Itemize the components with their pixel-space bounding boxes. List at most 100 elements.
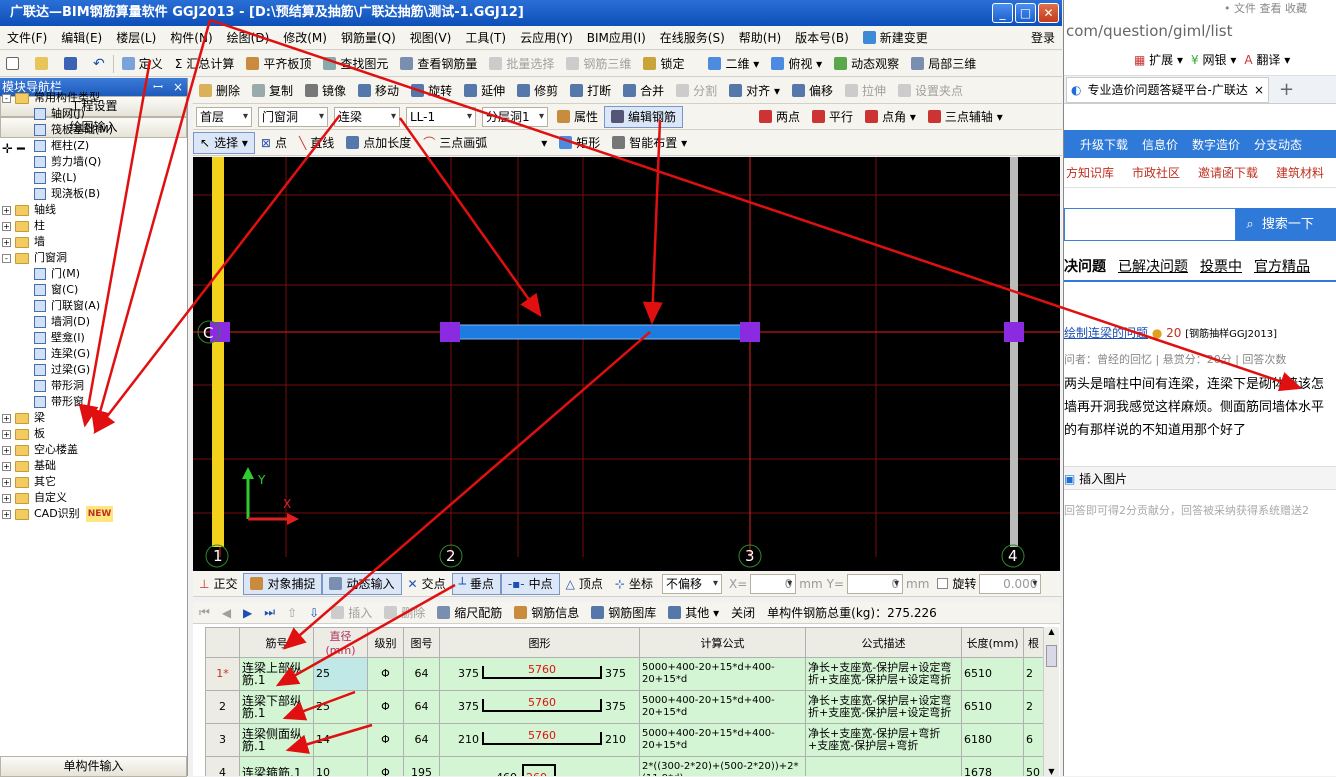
cell-count[interactable]: 50 (1023, 756, 1044, 776)
col-header-count[interactable]: 根 (1023, 627, 1044, 658)
two-points-button[interactable]: 两点 (753, 106, 806, 128)
menu-online[interactable]: 在线服务(S) (653, 29, 732, 46)
col-header-shape[interactable]: 图形 (439, 627, 640, 658)
column-node-3[interactable] (740, 322, 760, 342)
tree-node[interactable]: + 墙 (0, 234, 188, 250)
cell-rownum[interactable]: 3 (205, 723, 240, 757)
col-header-grade[interactable]: 级别 (367, 627, 404, 658)
menu-tools[interactable]: 工具(T) (458, 29, 513, 46)
select-button[interactable]: ↖ 选择 ▾ (193, 131, 255, 154)
delete-button[interactable]: 删除 (193, 80, 246, 102)
next-record-button[interactable]: ▶ (237, 602, 258, 623)
tab-official[interactable]: 官方精品 (1254, 256, 1310, 276)
col-header-length[interactable]: 长度(mm) (961, 627, 1024, 658)
hidden-column-right[interactable] (1010, 157, 1018, 547)
nav-branch-news[interactable]: 分支动态 (1254, 136, 1302, 153)
cell-rownum[interactable]: 2 (205, 690, 240, 724)
category-select[interactable]: 门窗洞 (258, 106, 328, 127)
cell-grade[interactable]: Φ (367, 723, 404, 757)
cell-shape[interactable]: 460 260 (439, 756, 640, 776)
tree-expander-icon[interactable]: + (2, 413, 11, 423)
nav-knowledge[interactable]: 方知识库 (1066, 164, 1114, 181)
point-length-button[interactable]: 点加长度 (340, 132, 417, 154)
undo-button[interactable]: ↶ (87, 53, 111, 75)
cell-length[interactable]: 6180 (961, 723, 1024, 757)
nav-digital-cost[interactable]: 数字造价 (1192, 136, 1240, 153)
cell-desc[interactable]: 净长+支座宽-保护层+弯折+支座宽-保护层+弯折 (805, 723, 962, 757)
grid-scrollbar[interactable]: ▲ ▼ (1043, 627, 1059, 776)
tab-close-icon[interactable]: × (1254, 83, 1264, 97)
col-header-desc[interactable]: 公式描述 (805, 627, 962, 658)
col-header-name[interactable]: 筋号 (239, 627, 314, 658)
hidden-column-left[interactable] (212, 157, 224, 547)
menu-edit[interactable]: 编辑(E) (54, 29, 109, 46)
col-header-diameter[interactable]: 直径(mm) (313, 627, 368, 658)
cell-formula[interactable]: 5000+400-20+15*d+400-20+15*d (639, 723, 806, 757)
tree-expander-icon[interactable]: + (2, 477, 11, 487)
close-panel-button[interactable]: 关闭 (725, 602, 761, 623)
offset-mode-select[interactable]: 不偏移 (661, 573, 722, 594)
tree-node[interactable]: + CAD识别 NEW (0, 506, 188, 522)
rebar-3d-button[interactable]: 钢筋三维 (560, 53, 637, 75)
mirror-button[interactable]: 镜像 (299, 80, 352, 102)
rebar-info-button[interactable]: 钢筋信息 (508, 602, 585, 623)
cell-diameter[interactable]: 14 (313, 723, 368, 757)
maximize-button[interactable]: □ (1015, 3, 1036, 23)
cell-grade[interactable]: Φ (367, 756, 404, 776)
insert-picture-button[interactable]: ▣ 插入图片 (1064, 466, 1336, 490)
menu-file[interactable]: 文件(F) (0, 29, 54, 46)
tree-node[interactable]: + 基础 (0, 458, 188, 474)
tree-node[interactable]: 连梁(G) (0, 346, 188, 362)
tree-expander-icon[interactable]: + (2, 237, 11, 247)
vertex-snap[interactable]: △ 顶点 (560, 573, 609, 595)
save-button[interactable] (58, 53, 87, 75)
cell-fig[interactable]: 195 (403, 756, 440, 776)
minimize-button[interactable]: _ (992, 3, 1013, 23)
open-button[interactable] (29, 53, 58, 75)
table-row[interactable]: 1* 连梁上部纵筋.1 25 Φ 64 375 5760 375 5000+400-20+15*… (205, 657, 1044, 691)
table-row[interactable]: 4连梁箍筋.110Φ195 460 260 2*((300-2*20)+(500-2*… (205, 756, 1044, 776)
smart-layout-button[interactable]: 智能布置 ▾ (606, 132, 693, 154)
tree-expander-icon[interactable]: - (2, 93, 11, 103)
new-file-button[interactable] (0, 53, 29, 75)
close-button[interactable]: ✕ (1038, 3, 1059, 23)
tree-node[interactable]: + 梁 (0, 410, 188, 426)
type-select[interactable]: 连梁 (334, 106, 400, 127)
tree-node[interactable]: 壁龛(I) (0, 330, 188, 346)
nav-upgrade[interactable]: 升级下载 (1080, 136, 1128, 153)
element-select[interactable]: LL-1 (406, 106, 476, 127)
cell-name[interactable]: 连梁上部纵筋.1 (239, 657, 314, 691)
cell-shape[interactable]: 210 5760 210 (439, 723, 640, 757)
dynamic-view-button[interactable]: 动态观察 (828, 53, 905, 75)
menu-cloud[interactable]: 云应用(Y) (513, 29, 580, 46)
midpoint-snap[interactable]: -▪- 中点 (500, 572, 560, 595)
tree-node[interactable]: 过梁(G) (0, 362, 188, 378)
y-input[interactable]: 0 (847, 573, 904, 594)
tree-node[interactable]: 门(M) (0, 266, 188, 282)
parallel-button[interactable]: 平行 (806, 106, 859, 128)
tab-voting[interactable]: 投票中 (1200, 256, 1242, 276)
menu-modify[interactable]: 修改(M) (276, 29, 334, 46)
point-angle-button[interactable]: 点角 ▾ (859, 106, 922, 128)
break-button[interactable]: 打断 (564, 80, 617, 102)
cell-name[interactable]: 连梁箍筋.1 (239, 756, 314, 776)
view-rebar-button[interactable]: 查看钢筋量 (394, 53, 483, 75)
split-button[interactable]: 分割 (670, 80, 723, 102)
line-button[interactable]: ╲ 直线 (293, 132, 340, 154)
drawing-canvas[interactable]: 1 2 3 4 C Y X (193, 157, 1060, 571)
tree-node[interactable]: + 板 (0, 426, 188, 442)
intersect-snap[interactable]: ✕ 交点 (402, 573, 452, 595)
x-input[interactable]: 0 (750, 573, 797, 594)
cell-count[interactable]: 6 (1023, 723, 1044, 757)
rebar-library-button[interactable]: 钢筋图库 (585, 602, 662, 623)
cell-grade[interactable]: Φ (367, 690, 404, 724)
translate-button[interactable]: A 翻译 ▾ (1244, 51, 1290, 68)
nav-materials[interactable]: 建筑材料 (1276, 164, 1324, 181)
layer-select[interactable]: 分层洞1 (482, 106, 548, 127)
set-point-button[interactable]: 设置夹点 (892, 80, 969, 102)
cell-count[interactable]: 2 (1023, 657, 1044, 691)
tree-node[interactable]: 轴网(J) (0, 106, 188, 122)
search-input[interactable] (1064, 208, 1237, 241)
cell-desc[interactable] (805, 756, 962, 776)
nav-price-info[interactable]: 信息价 (1142, 136, 1178, 153)
